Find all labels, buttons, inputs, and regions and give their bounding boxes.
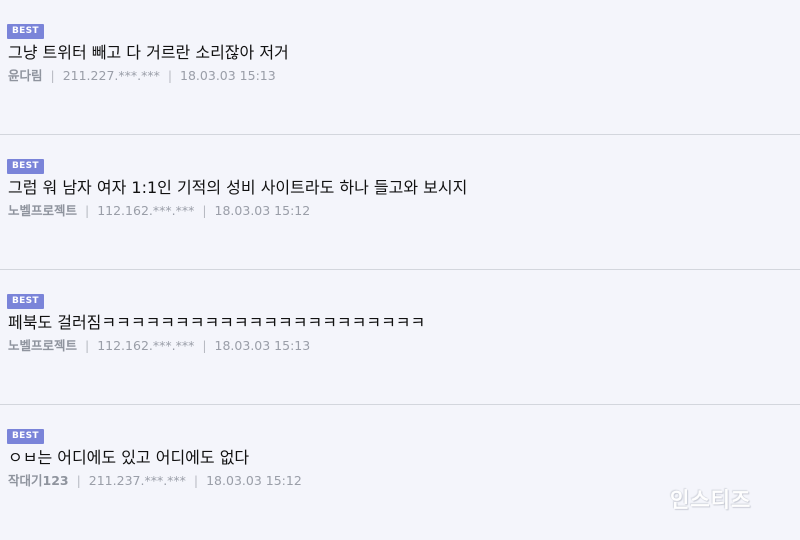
- comment-text: 페북도 걸러짐ㅋㅋㅋㅋㅋㅋㅋㅋㅋㅋㅋㅋㅋㅋㅋㅋㅋㅋㅋㅋㅋㅋ: [8, 313, 426, 332]
- best-badge: BEST: [7, 159, 44, 174]
- comment-item: BEST ㅇㅂ는 어디에도 있고 어디에도 없다 작대기123 | 211.23…: [0, 404, 800, 538]
- comment-ip: 211.237.***.***: [88, 473, 186, 488]
- meta-separator: |: [85, 338, 90, 353]
- comment-date: 18.03.03 15:12: [206, 473, 302, 488]
- comment-author[interactable]: 노벨프로젝트: [8, 338, 77, 353]
- comment-author[interactable]: 윤다림: [8, 68, 43, 83]
- comment-date: 18.03.03 15:12: [214, 203, 311, 218]
- comment-text: ㅇㅂ는 어디에도 있고 어디에도 없다: [8, 448, 250, 467]
- meta-separator: |: [193, 473, 199, 488]
- comment-meta: 윤다림 | 211.227.***.*** | 18.03.03 15:13: [8, 67, 276, 85]
- comment-author[interactable]: 작대기123: [8, 473, 69, 488]
- comment-list: BEST 그냥 트위터 빼고 다 거르란 소리잖아 저거 윤다림 | 211.2…: [0, 0, 800, 540]
- meta-separator: |: [202, 338, 207, 353]
- meta-separator: |: [167, 68, 173, 83]
- meta-separator: |: [202, 203, 207, 218]
- site-watermark: 인스티즈: [670, 488, 752, 512]
- comment-date: 18.03.03 15:13: [214, 338, 311, 353]
- comment-ip: 112.162.***.***: [97, 203, 195, 218]
- comment-item: BEST 그럼 워 남자 여자 1:1인 기적의 성비 사이트라도 하나 들고와…: [0, 134, 800, 268]
- best-badge: BEST: [7, 24, 44, 39]
- meta-separator: |: [85, 203, 90, 218]
- meta-separator: |: [76, 473, 81, 488]
- comment-author[interactable]: 노벨프로젝트: [8, 203, 77, 218]
- comment-date: 18.03.03 15:13: [180, 68, 276, 83]
- best-badge: BEST: [7, 429, 44, 444]
- comment-meta: 작대기123 | 211.237.***.*** | 18.03.03 15:1…: [8, 472, 302, 490]
- best-badge: BEST: [7, 294, 44, 309]
- comment-meta: 노벨프로젝트 | 112.162.***.*** | 18.03.03 15:1…: [8, 202, 310, 220]
- comment-ip: 112.162.***.***: [97, 338, 195, 353]
- comment-ip: 211.227.***.***: [62, 68, 160, 83]
- comment-text: 그럼 워 남자 여자 1:1인 기적의 성비 사이트라도 하나 들고와 보시지: [8, 178, 468, 197]
- comment-text: 그냥 트위터 빼고 다 거르란 소리잖아 저거: [8, 43, 289, 62]
- comment-meta: 노벨프로젝트 | 112.162.***.*** | 18.03.03 15:1…: [8, 337, 310, 355]
- comment-item: BEST 그냥 트위터 빼고 다 거르란 소리잖아 저거 윤다림 | 211.2…: [0, 0, 800, 133]
- meta-separator: |: [50, 68, 55, 83]
- comment-item: BEST 페북도 걸러짐ㅋㅋㅋㅋㅋㅋㅋㅋㅋㅋㅋㅋㅋㅋㅋㅋㅋㅋㅋㅋㅋㅋ 노벨프로젝…: [0, 269, 800, 403]
